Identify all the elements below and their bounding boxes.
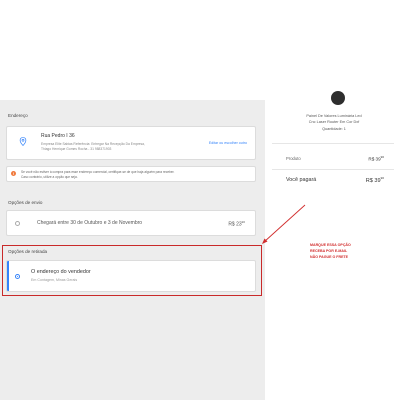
annotation-text-line-1: MARQUE ESSA OPÇÃO: [310, 243, 351, 247]
annotation-text-line-3: NÃO PAGUE O FRETE: [310, 255, 349, 259]
annotation-text-line-2: RECEBA POR E-MAIL: [310, 249, 348, 253]
annotation-arrow: [262, 204, 306, 244]
